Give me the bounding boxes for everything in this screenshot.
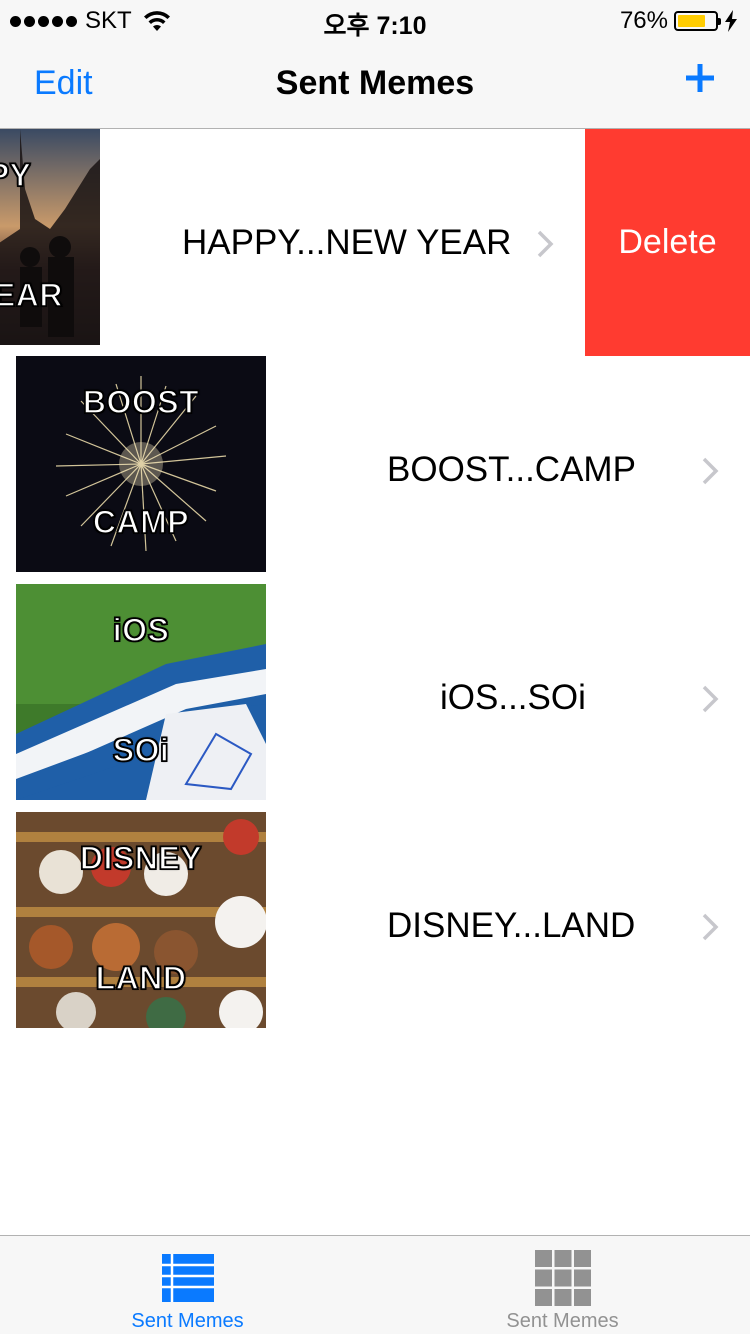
status-left: SKT xyxy=(10,7,172,35)
meme-bottom-text: NEW YEAR xyxy=(0,276,63,314)
battery-icon xyxy=(674,11,721,31)
chevron-right-icon xyxy=(702,685,719,713)
table-row[interactable]: DISNEY LAND DISNEY...LAND xyxy=(0,812,750,1040)
navigation-bar: Edit Sent Memes xyxy=(0,40,750,129)
table-row[interactable]: BOOST CAMP BOOST...CAMP xyxy=(0,356,750,584)
list-icon xyxy=(161,1254,214,1302)
meme-top-text: DISNEY xyxy=(79,839,203,877)
meme-top-text: BOOST xyxy=(82,383,200,421)
meme-thumbnail: HAPPY NEW YEAR xyxy=(0,129,100,345)
status-right: 76% xyxy=(620,6,738,36)
meme-thumbnail: iOS SOi xyxy=(16,584,266,800)
meme-top-text: HAPPY xyxy=(0,156,32,194)
tab-sent-memes-grid[interactable]: Sent Memes xyxy=(375,1236,750,1334)
meme-bottom-text: SOi xyxy=(112,731,170,769)
meme-bottom-text: LAND xyxy=(95,959,187,997)
status-bar: SKT 오후 7:10 76% xyxy=(0,0,750,40)
meme-label: BOOST...CAMP xyxy=(387,450,636,489)
carrier-name: SKT xyxy=(85,7,132,34)
tab-label: Sent Memes xyxy=(506,1310,619,1332)
meme-thumbnail: DISNEY LAND xyxy=(16,812,266,1028)
wifi-icon xyxy=(143,11,170,31)
page-title: Sent Memes xyxy=(275,64,475,102)
meme-label: HAPPY...NEW YEAR xyxy=(182,223,512,262)
meme-label: iOS...SOi xyxy=(440,678,586,717)
bolt-icon xyxy=(725,10,737,32)
battery-fill xyxy=(678,15,706,27)
chevron-right-icon xyxy=(702,913,719,941)
tab-sent-memes-list[interactable]: Sent Memes xyxy=(0,1236,375,1334)
table-row[interactable]: iOS SOi iOS...SOi xyxy=(0,584,750,812)
tab-bar: Sent Memes Sent Memes xyxy=(0,1235,750,1334)
plus-icon[interactable] xyxy=(680,58,720,98)
meme-bottom-text: CAMP xyxy=(92,503,190,541)
chevron-right-icon xyxy=(537,230,554,258)
delete-button[interactable]: Delete xyxy=(585,129,750,356)
meme-thumbnail: BOOST CAMP xyxy=(16,356,266,572)
meme-top-text: iOS xyxy=(112,611,170,649)
edit-button[interactable]: Edit xyxy=(34,64,93,103)
battery-percent: 76% xyxy=(619,7,668,34)
meme-label: DISNEY...LAND xyxy=(387,906,636,945)
chevron-right-icon xyxy=(702,457,719,485)
grid-icon xyxy=(534,1250,591,1306)
tab-label: Sent Memes xyxy=(131,1310,244,1332)
signal-dots-icon xyxy=(10,15,77,27)
